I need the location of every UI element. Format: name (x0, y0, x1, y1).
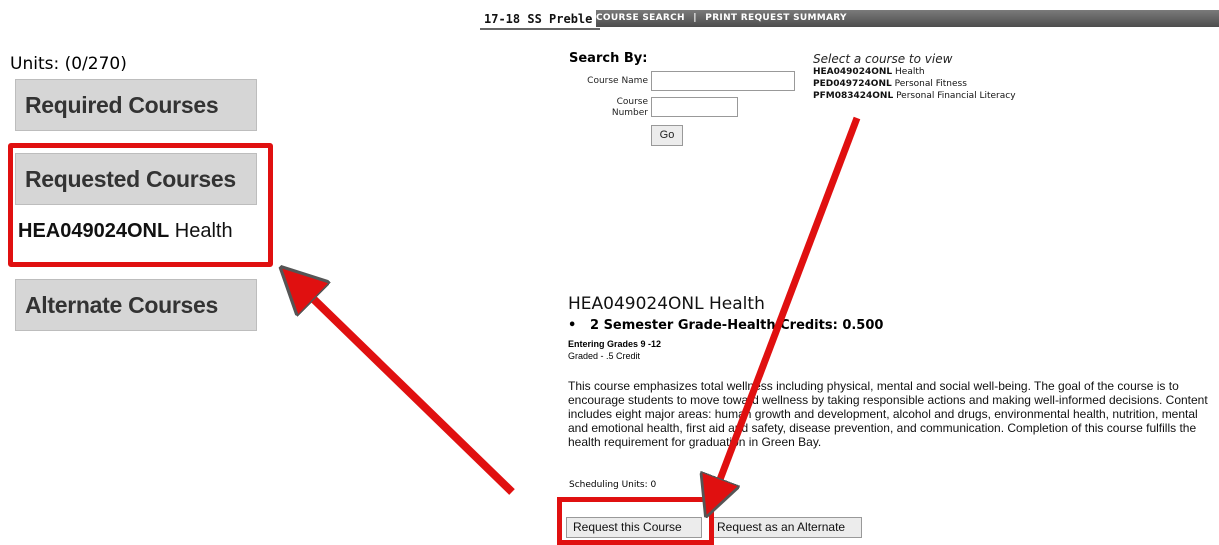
arrow-to-requested-courses (297, 283, 515, 495)
annotation-arrows (0, 116, 861, 540)
arrow-to-request-button (713, 116, 861, 498)
